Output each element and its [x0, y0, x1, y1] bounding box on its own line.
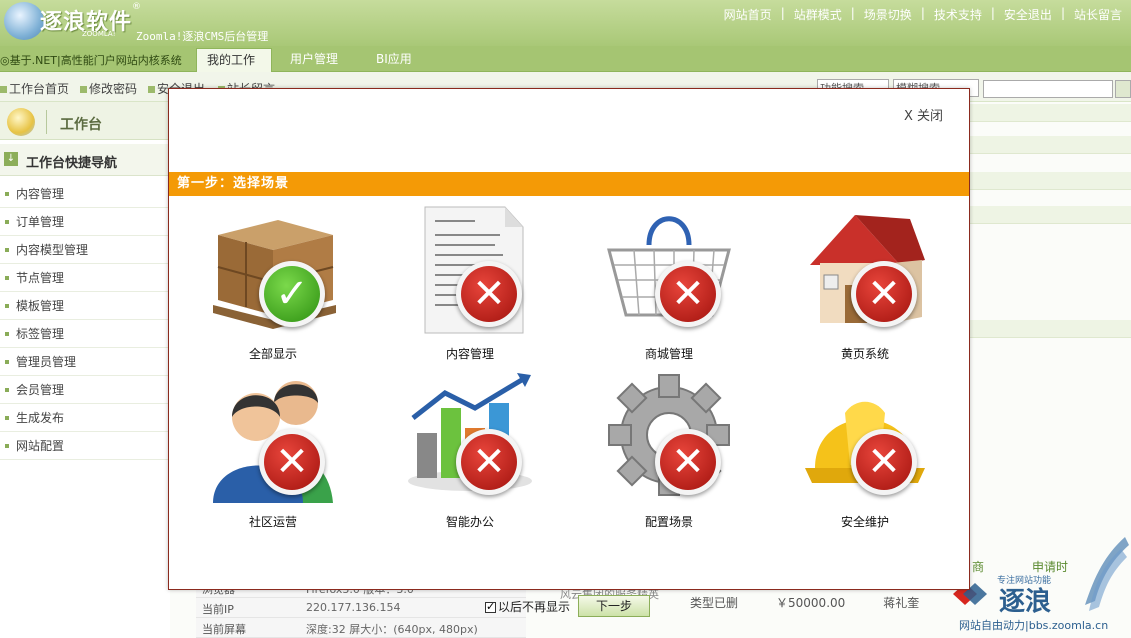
content-row [968, 206, 1131, 224]
checkbox-checked-icon[interactable] [485, 600, 496, 613]
scene-option-security[interactable]: ✕ 安全维护 [765, 373, 965, 543]
tab-bi-app[interactable]: BI应用 [366, 48, 422, 72]
top-nav-logout[interactable]: 安全退出 [995, 6, 1061, 23]
tab-my-workbench[interactable]: 我的工作台 [196, 48, 272, 89]
x-icon: ✕ [856, 434, 912, 490]
divider [46, 110, 47, 134]
quicknav-header: ↓ 工作台快捷导航 [0, 144, 170, 176]
scene-label: 黄页系统 [840, 347, 889, 361]
sidebar-item-templates[interactable]: 模板管理 [0, 292, 170, 320]
scene-option-all[interactable]: ✓ 全部显示 [173, 205, 373, 375]
unselected-x-badge: ✕ [456, 261, 522, 327]
scene-label: 安全维护 [840, 515, 889, 529]
unselected-x-badge: ✕ [655, 429, 721, 495]
arrow-down-icon: ↓ [4, 152, 18, 166]
sidebar-item-orders[interactable]: 订单管理 [0, 208, 170, 236]
link-workbench-home[interactable]: 工作台首页 [0, 80, 69, 97]
sidebar-item-members[interactable]: 会员管理 [0, 376, 170, 404]
x-icon: ✕ [461, 434, 517, 490]
top-nav-support[interactable]: 技术支持 [925, 6, 991, 23]
tab-user-management[interactable]: 用户管理 [280, 48, 348, 72]
top-nav-scene-switch[interactable]: 场景切换 [855, 6, 921, 23]
scene-option-content[interactable]: ✕ 内容管理 [370, 205, 570, 375]
scene-option-shop[interactable]: ✕ 商城管理 [569, 205, 769, 375]
close-button[interactable]: X 关闭 [904, 105, 943, 124]
content-row [968, 172, 1131, 190]
x-icon: ✕ [660, 266, 716, 322]
unselected-x-badge: ✕ [655, 261, 721, 327]
info-label: 当前屏幕 [202, 623, 246, 636]
next-step-button[interactable]: 下一步 [578, 595, 650, 617]
order-person: 蒋礼奎 [883, 596, 920, 610]
sidebar-header: 工作台 [0, 102, 170, 140]
x-icon: ✕ [461, 266, 517, 322]
unselected-x-badge: ✕ [851, 261, 917, 327]
quicknav-title: 工作台快捷导航 [26, 156, 118, 171]
wing-icon [1085, 537, 1129, 611]
scene-option-config[interactable]: ✕ 配置场景 [569, 373, 769, 543]
link-change-password[interactable]: 修改密码 [80, 80, 137, 97]
order-row: 类型已删 ￥50000.00 蒋礼奎 [690, 594, 919, 611]
dont-show-again-checkbox[interactable]: 以后不再显示 [485, 598, 570, 615]
unselected-x-badge: ✕ [259, 429, 325, 495]
scene-label: 商城管理 [644, 347, 693, 361]
sidebar-item-nodes[interactable]: 节点管理 [0, 264, 170, 292]
scene-label: 社区运营 [248, 515, 297, 529]
unselected-x-badge: ✕ [851, 429, 917, 495]
selected-check-badge: ✓ [259, 261, 325, 327]
top-header: 逐浪软件 ZOOMLA! ® Zoomla!逐浪CMS后台管理 网站首页 | 站群… [0, 0, 1131, 46]
check-icon: ✓ [264, 266, 320, 322]
table-row: 当前IP 220.177.136.154 [196, 598, 526, 618]
x-icon: ✕ [660, 434, 716, 490]
scene-option-office[interactable]: ✕ 智能办公 [370, 373, 570, 543]
unselected-x-badge: ✕ [456, 429, 522, 495]
content-row [968, 104, 1131, 122]
main-tabbar: ◎基于.NET|高性能门户网站内核系统 我的工作台 用户管理 BI应用 [0, 46, 1131, 89]
sidebar-menu: 内容管理 订单管理 内容模型管理 节点管理 模板管理 标签管理 管理员管理 会员… [0, 180, 170, 460]
search-input[interactable] [983, 80, 1113, 98]
top-nav-home[interactable]: 网站首页 [715, 6, 781, 23]
x-icon: ✕ [264, 434, 320, 490]
logo-subtext: ZOOMLA! [82, 30, 116, 38]
sidebar-item-admins[interactable]: 管理员管理 [0, 348, 170, 376]
info-label: 当前IP [202, 603, 234, 616]
content-row [968, 320, 1131, 338]
scene-selection-dialog: X 关闭 第一步：选择场景 ✓ 全部显示 ✕ 内容管理 ✕ 商城管理 ✕ 黄页系… [168, 88, 970, 590]
info-value: 深度:32 屏大小：(640px, 480px) [306, 623, 478, 636]
sidebar-item-content[interactable]: 内容管理 [0, 180, 170, 208]
top-nav-message[interactable]: 站长留言 [1065, 6, 1131, 23]
x-icon: ✕ [856, 266, 912, 322]
search-button[interactable] [1115, 80, 1131, 98]
sidebar-item-publish[interactable]: 生成发布 [0, 404, 170, 432]
logo-icon [4, 2, 44, 40]
scene-label: 智能办公 [445, 515, 494, 529]
watermark: 专注网站功能 逐浪 网站自由动力|bbs.zoomla.cn [945, 535, 1131, 638]
order-amount: ￥50000.00 [776, 596, 846, 610]
sidebar-item-site-config[interactable]: 网站配置 [0, 432, 170, 460]
sidebar-item-content-model[interactable]: 内容模型管理 [0, 236, 170, 264]
dont-show-again-label: 以后不再显示 [498, 600, 571, 614]
info-value: 220.177.136.154 [306, 601, 401, 614]
top-nav: 网站首页 | 站群模式 | 场景切换 | 技术支持 | 安全退出 | 站长留言 [715, 6, 1131, 23]
scene-label: 全部显示 [248, 347, 297, 361]
registered-mark: ® [132, 2, 141, 12]
step-title: 第一步：选择场景 [169, 172, 969, 196]
content-row [968, 136, 1131, 154]
system-description: ◎基于.NET|高性能门户网站内核系统 [0, 54, 182, 67]
sidebar-item-tags[interactable]: 标签管理 [0, 320, 170, 348]
scene-label: 内容管理 [445, 347, 494, 361]
top-nav-site-group[interactable]: 站群模式 [785, 6, 851, 23]
table-row: 当前屏幕 深度:32 屏大小：(640px, 480px) [196, 618, 526, 638]
cms-title: Zoomla!逐浪CMS后台管理 [136, 30, 269, 43]
watermark-brand: 逐浪 [999, 586, 1052, 616]
sidebar-title: 工作台 [60, 117, 102, 133]
scene-option-community[interactable]: ✕ 社区运营 [173, 373, 373, 543]
scene-option-yellowpages[interactable]: ✕ 黄页系统 [765, 205, 965, 375]
workbench-icon [7, 108, 35, 136]
order-type: 类型已删 [690, 596, 739, 610]
scene-label: 配置场景 [644, 515, 693, 529]
